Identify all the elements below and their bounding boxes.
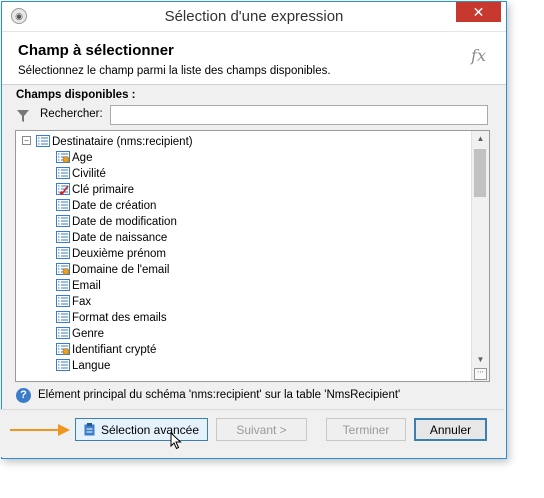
- search-label: Rechercher:: [40, 108, 103, 120]
- tree-item-label: Clé primaire: [72, 184, 134, 196]
- field-icon: [56, 214, 70, 227]
- tree-item-label: Date de naissance: [72, 232, 168, 244]
- next-button[interactable]: Suivant >: [216, 418, 307, 441]
- tree-item-label: Fax: [72, 296, 92, 308]
- cancel-button[interactable]: Annuler: [414, 418, 487, 441]
- field-icon: [56, 166, 70, 179]
- field-icon: [56, 246, 70, 259]
- tree-item[interactable]: Civilité: [16, 166, 471, 182]
- tree-item-label: Format des emails: [72, 312, 167, 324]
- schema-info-text: Elément principal du schéma 'nms:recipie…: [38, 389, 401, 401]
- vertical-scrollbar[interactable]: ▲ ▼: [471, 131, 489, 381]
- tree-item-label: Date de modification: [72, 216, 177, 228]
- info-icon: ?: [16, 388, 31, 403]
- page-title: Champ à sélectionner: [18, 42, 174, 59]
- filter-icon: [17, 110, 29, 122]
- calculated-field-icon: [56, 342, 70, 355]
- tree-item[interactable]: Clé primaire: [16, 182, 471, 198]
- field-icon: [56, 326, 70, 339]
- scroll-thumb[interactable]: [474, 149, 486, 197]
- tree-item-label: Genre: [72, 328, 104, 340]
- tree-rows: − Destinataire (nms:recipient) Age Civilit…: [16, 134, 471, 374]
- tree-item-label: Domaine de l'email: [72, 264, 170, 276]
- tree-item[interactable]: Date de création: [16, 198, 471, 214]
- schema-icon: [36, 134, 50, 147]
- calculated-field-icon: [56, 150, 70, 163]
- primary-key-icon: [56, 182, 70, 195]
- clipboard-icon: [84, 423, 95, 436]
- field-icon: [56, 310, 70, 323]
- tree-item[interactable]: Genre: [16, 326, 471, 342]
- mouse-cursor-icon: [170, 432, 182, 450]
- tree-item[interactable]: Date de modification: [16, 214, 471, 230]
- field-icon: [56, 278, 70, 291]
- page-subtitle: Sélectionnez le champ parmi la liste des…: [18, 65, 331, 77]
- finish-button[interactable]: Terminer: [326, 418, 406, 441]
- tree-item[interactable]: Fax: [16, 294, 471, 310]
- tree-item[interactable]: Date de naissance: [16, 230, 471, 246]
- field-icon: [56, 358, 70, 371]
- tree-item-label: Date de création: [72, 200, 157, 212]
- collapse-icon[interactable]: −: [22, 136, 31, 146]
- window-title: Sélection d'une expression: [164, 8, 344, 25]
- tree-item[interactable]: Langue: [16, 358, 471, 374]
- tree-item-label: Civilité: [72, 168, 106, 180]
- field-icon: [56, 198, 70, 211]
- scroll-up-icon[interactable]: ▲: [472, 131, 489, 146]
- calculated-field-icon: [56, 262, 70, 275]
- advanced-selection-button[interactable]: Sélection avancée: [75, 418, 208, 441]
- tree-item-label: Langue: [72, 360, 111, 372]
- fx-icon: fx: [471, 46, 486, 65]
- search-input[interactable]: [110, 105, 488, 125]
- close-icon: ✕: [472, 4, 485, 20]
- available-fields-label: Champs disponibles :: [16, 89, 136, 101]
- field-icon: [56, 294, 70, 307]
- tree-root-row[interactable]: − Destinataire (nms:recipient): [16, 134, 471, 150]
- tree-item-label: Email: [72, 280, 101, 292]
- tree-item-label: Deuxième prénom: [72, 248, 166, 260]
- field-icon: [56, 230, 70, 243]
- close-button[interactable]: ✕: [456, 2, 501, 22]
- more-options-icon[interactable]: ⋯: [474, 368, 487, 380]
- title-bar[interactable]: ◉ Sélection d'une expression ✕: [2, 2, 506, 32]
- tree-root-label: Destinataire (nms:recipient): [52, 136, 193, 148]
- scroll-down-icon[interactable]: ▼: [472, 352, 489, 367]
- dialog-header: Champ à sélectionner Sélectionnez le cha…: [2, 32, 506, 85]
- tree-item[interactable]: Identifiant crypté: [16, 342, 471, 358]
- advanced-selection-label: Sélection avancée: [100, 423, 200, 437]
- tree-item[interactable]: Email: [16, 278, 471, 294]
- tree-item-label: Identifiant crypté: [72, 344, 157, 356]
- tree-item[interactable]: Age: [16, 150, 471, 166]
- annotation-arrow-icon: [58, 424, 70, 436]
- tree-item[interactable]: Domaine de l'email: [16, 262, 471, 278]
- annotation-arrow-line: [10, 429, 62, 431]
- tree-item[interactable]: Format des emails: [16, 310, 471, 326]
- tree-item[interactable]: Deuxième prénom: [16, 246, 471, 262]
- tree-item-label: Age: [72, 152, 93, 164]
- fields-tree[interactable]: − Destinataire (nms:recipient) Age Civilit…: [15, 130, 490, 382]
